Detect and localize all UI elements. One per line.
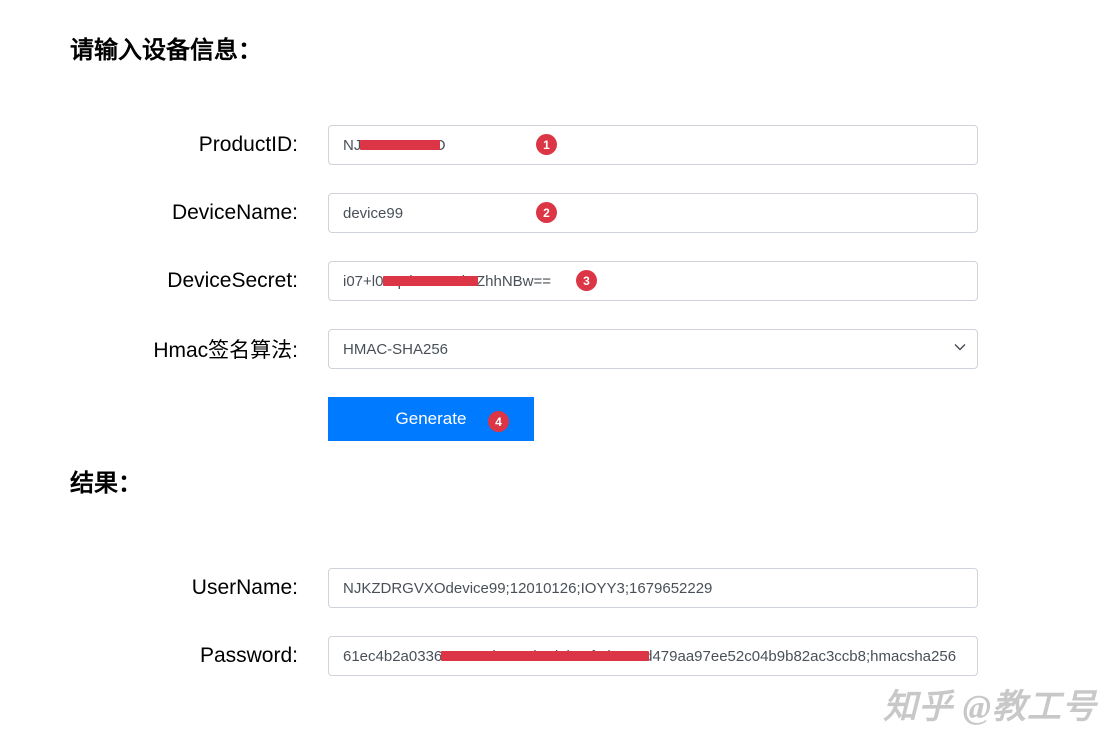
hmac-algo-select[interactable]: HMAC-SHA256 xyxy=(328,329,978,369)
callout-4: 4 xyxy=(488,411,509,432)
username-output[interactable] xyxy=(328,568,978,608)
generate-button-label: Generate xyxy=(396,409,467,429)
callout-2: 2 xyxy=(536,202,557,223)
label-hmac-algo: Hmac签名算法: xyxy=(70,334,328,364)
redaction-bar xyxy=(360,140,440,150)
section-title-input: 请输入设备信息： xyxy=(70,30,1047,65)
callout-3: 3 xyxy=(576,270,597,291)
generate-button[interactable]: Generate 4 xyxy=(328,397,534,441)
redaction-bar xyxy=(383,276,478,286)
device-name-input[interactable] xyxy=(328,193,978,233)
label-device-secret: DeviceSecret: xyxy=(70,269,328,293)
label-username: UserName: xyxy=(70,576,328,600)
redaction-bar xyxy=(441,651,649,661)
watermark: 知乎 @教工号 xyxy=(883,679,1097,728)
label-product-id: ProductID: xyxy=(70,133,328,157)
label-device-name: DeviceName: xyxy=(70,201,328,225)
password-output[interactable] xyxy=(328,636,978,676)
section-title-results: 结果： xyxy=(70,463,1047,498)
label-password: Password: xyxy=(70,644,328,668)
callout-1: 1 xyxy=(536,134,557,155)
